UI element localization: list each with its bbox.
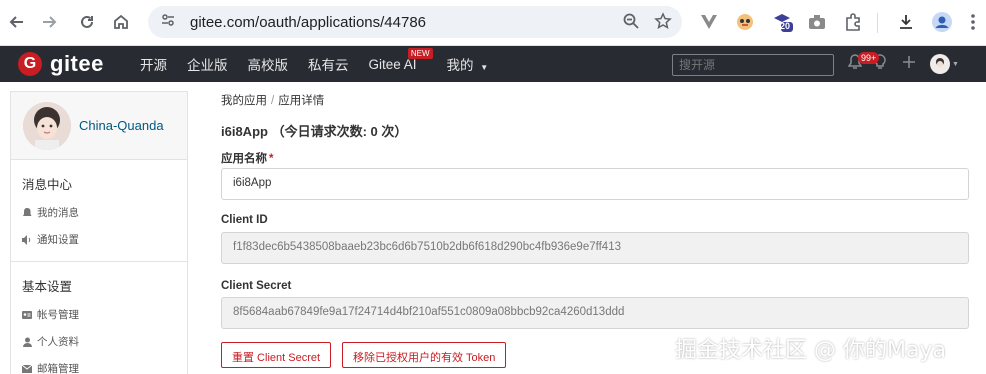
sidebar-item-label: 我的消息	[37, 207, 79, 219]
back-icon[interactable]	[4, 9, 30, 35]
notification-badge: 99+	[858, 52, 880, 64]
envelope-icon	[22, 364, 32, 374]
user-icon	[22, 337, 32, 347]
extension-badge: 20	[780, 21, 791, 31]
gitee-header: G gitee 开源 企业版 高校版 私有云 Gitee AI NEW 我的 ▼…	[0, 46, 986, 82]
client-id-label: Client ID	[221, 214, 268, 226]
breadcrumb-current: 应用详情	[278, 95, 325, 107]
avatar[interactable]	[23, 101, 71, 150]
browser-toolbar: gitee.com/oauth/applications/44786 20	[0, 0, 986, 46]
client-secret-field[interactable]: 8f5684aab67849fe9a17f24714d4bf210af551c0…	[221, 297, 969, 329]
sidebar-item-my-messages[interactable]: 我的消息	[11, 193, 187, 220]
client-secret-label: Client Secret	[221, 280, 292, 292]
breadcrumb: 我的应用 / 应用详情	[221, 92, 324, 108]
gitee-search-input[interactable]	[672, 54, 834, 76]
caret-down-icon: ▼	[952, 60, 959, 68]
extensions-puzzle-icon[interactable]	[840, 8, 866, 36]
gitee-nav: 开源 企业版 高校版 私有云 Gitee AI NEW 我的 ▼	[140, 46, 508, 82]
watermark: 掘金技术社区 @ 你的Maya	[675, 338, 946, 363]
profile-icon[interactable]	[929, 8, 955, 36]
id-card-icon	[22, 310, 32, 320]
url-text: gitee.com/oauth/applications/44786	[190, 13, 427, 31]
bookmark-star-icon[interactable]	[654, 12, 672, 35]
toolbar-divider	[877, 13, 878, 33]
gitee-logo-text: gitee	[50, 51, 104, 76]
required-mark: *	[269, 153, 274, 165]
sidebar-item-profile[interactable]: 个人资料	[11, 322, 187, 349]
sidebar-item-notification-settings[interactable]: 通知设置	[11, 220, 187, 247]
caret-down-icon: ▼	[480, 63, 489, 72]
nav-private-cloud[interactable]: 私有云	[308, 54, 349, 74]
nav-education[interactable]: 高校版	[248, 54, 289, 74]
reload-icon[interactable]	[74, 9, 100, 35]
breadcrumb-separator: /	[271, 95, 275, 107]
username[interactable]: China-Quanda	[79, 118, 164, 133]
sidebar-item-label: 邮箱管理	[37, 363, 79, 374]
extension-face-icon[interactable]	[732, 8, 758, 36]
sidebar-group-messages: 消息中心	[22, 178, 73, 192]
client-id-field[interactable]: f1f83dec6b5438508baaeb23bc6d6b7510b2db6f…	[221, 232, 969, 264]
gitee-logo[interactable]: G gitee	[18, 51, 104, 77]
app-name-field[interactable]: i6i8App	[221, 168, 969, 200]
site-settings-icon[interactable]	[160, 12, 176, 33]
sidebar-item-email[interactable]: 邮箱管理	[11, 349, 187, 374]
extension-graduation-icon[interactable]: 20	[770, 8, 796, 36]
sidebar-item-account[interactable]: 帐号管理	[11, 295, 187, 322]
profile-card: China-Quanda	[11, 92, 187, 160]
sidebar-item-label: 个人资料	[37, 336, 79, 348]
settings-sidebar: China-Quanda 消息中心 我的消息 通知设置 基本设置 帐号管理 个人…	[10, 91, 188, 374]
nav-mine[interactable]: 我的 ▼	[447, 54, 489, 74]
gitee-logo-icon: G	[18, 52, 42, 76]
bell-icon	[22, 207, 32, 218]
download-icon[interactable]	[893, 8, 919, 36]
reset-secret-button[interactable]: 重置 Client Secret	[221, 342, 332, 368]
revoke-tokens-button[interactable]: 移除已授权用户的有效 Token	[342, 342, 507, 368]
sidebar-group-basic-settings: 基本设置	[22, 280, 73, 294]
menu-kebab-icon[interactable]	[960, 8, 986, 36]
home-icon[interactable]	[108, 9, 134, 35]
speaker-icon	[22, 234, 32, 245]
new-tag: NEW	[407, 47, 433, 59]
nav-gitee-ai[interactable]: Gitee AI NEW	[368, 47, 433, 72]
sidebar-item-label: 帐号管理	[37, 309, 79, 321]
nav-enterprise[interactable]: 企业版	[187, 54, 228, 74]
nav-open-source[interactable]: 开源	[140, 54, 167, 74]
address-bar[interactable]: gitee.com/oauth/applications/44786	[148, 6, 682, 38]
sidebar-item-label: 通知设置	[37, 234, 79, 246]
page-title: i6i8App （今日请求次数: 0 次）	[221, 124, 408, 139]
zoom-icon[interactable]	[622, 12, 640, 35]
forward-icon[interactable]	[36, 9, 62, 35]
user-avatar-small[interactable]: ▼	[930, 54, 959, 74]
nav-mine-label: 我的	[446, 58, 474, 73]
vue-devtools-icon[interactable]	[696, 8, 722, 36]
app-name-label: 应用名称 *	[221, 150, 273, 166]
app-name-label-text: 应用名称	[221, 153, 267, 165]
camera-icon[interactable]	[804, 8, 830, 36]
breadcrumb-parent[interactable]: 我的应用	[221, 95, 267, 107]
plus-icon[interactable]	[902, 55, 916, 74]
nav-gitee-ai-label: Gitee AI	[368, 56, 417, 72]
